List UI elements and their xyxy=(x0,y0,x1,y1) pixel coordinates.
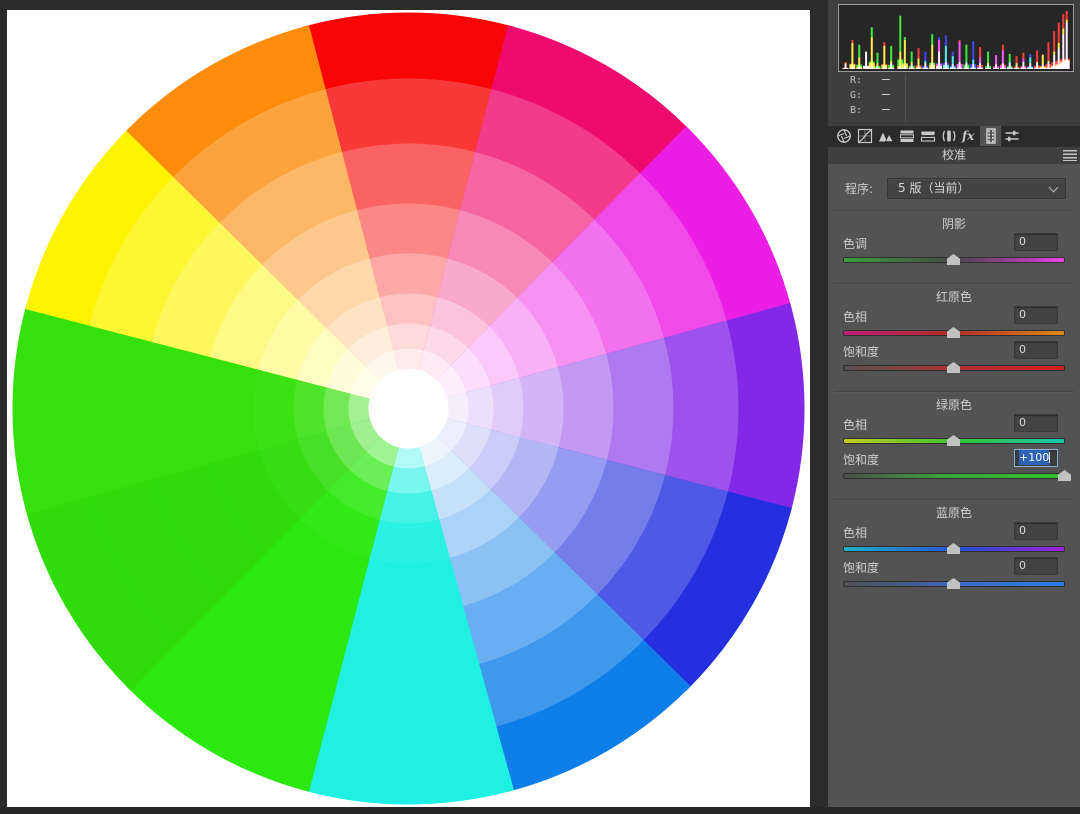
slider-handle[interactable] xyxy=(1058,470,1071,481)
calibration-section: 蓝原色 色相 0 饱和度 0 xyxy=(828,506,1080,596)
fx-icon: fx xyxy=(961,129,975,143)
tab-split-toning[interactable] xyxy=(917,126,938,146)
rgb-row-red: R: — xyxy=(828,72,1080,87)
blue-channel-value: — xyxy=(882,102,891,117)
green-channel-label: G: xyxy=(850,90,863,101)
panel-tab-strip: fx xyxy=(828,126,1080,146)
split-toning-icon xyxy=(920,131,935,142)
tone-curve-icon xyxy=(857,128,872,144)
slider-label: 色调 xyxy=(843,237,868,251)
calibration-section: 阴影 色调 0 xyxy=(828,217,1080,272)
adjustments-panel: R: — G: — B: — fx 校准 程序: 5 版（当前） 阴影 色调 0… xyxy=(828,0,1080,814)
slider-handle[interactable] xyxy=(947,362,960,373)
panel-title-bar: 校准 xyxy=(828,146,1080,164)
section-divider xyxy=(834,210,1074,211)
section-divider xyxy=(834,283,1074,284)
rgb-row-blue: B: — xyxy=(828,102,1080,117)
slider-row: 色相 0 xyxy=(843,522,1065,540)
histogram xyxy=(838,4,1074,72)
camera-raw-window: R: — G: — B: — fx 校准 程序: 5 版（当前） 阴影 色调 0… xyxy=(0,0,1080,814)
process-version-value: 5 版（当前） xyxy=(898,181,970,195)
preview-image[interactable] xyxy=(7,10,810,807)
slider-handle[interactable] xyxy=(947,578,960,589)
panel-menu-icon[interactable] xyxy=(1063,150,1077,161)
tab-effects[interactable]: fx xyxy=(959,126,980,146)
slider-handle[interactable] xyxy=(947,254,960,265)
svg-text:fx: fx xyxy=(961,129,975,143)
section-title: 绿原色 xyxy=(935,398,972,412)
tab-tone-curve[interactable] xyxy=(854,126,875,146)
process-version-label: 程序: xyxy=(845,182,874,196)
slider-row: 饱和度 0 xyxy=(843,341,1065,359)
process-version-dropdown[interactable]: 5 版（当前） xyxy=(887,178,1066,199)
slider xyxy=(843,468,1071,483)
slider-row: 色调 0 xyxy=(843,233,1065,251)
slider-handle[interactable] xyxy=(947,435,960,446)
slider-row: 色相 0 xyxy=(843,306,1065,324)
slider xyxy=(843,360,1065,375)
aperture-icon xyxy=(836,129,851,143)
preview-canvas-area xyxy=(0,0,828,814)
slider-label: 饱和度 xyxy=(843,345,880,359)
film-strip-icon xyxy=(985,128,996,144)
slider-value-field[interactable]: 0 xyxy=(1014,341,1058,359)
slider-value-field[interactable]: 0 xyxy=(1014,306,1058,324)
section-divider xyxy=(834,391,1074,392)
calibration-section: 绿原色 色相 0 饱和度 +100 xyxy=(828,398,1080,488)
lens-icon xyxy=(942,130,955,142)
slider xyxy=(843,576,1065,591)
slider-label: 色相 xyxy=(843,526,868,540)
hsl-bands-icon xyxy=(899,130,914,142)
rgb-row-green: G: — xyxy=(828,87,1080,102)
section-title: 阴影 xyxy=(941,217,966,231)
slider-row: 饱和度 +100 xyxy=(843,449,1065,467)
blue-channel-label: B: xyxy=(850,105,863,116)
slider-row: 饱和度 0 xyxy=(843,557,1065,575)
section-title: 红原色 xyxy=(935,290,972,304)
red-channel-value: — xyxy=(882,72,891,87)
wheel-center xyxy=(368,368,449,449)
window-bottom-edge xyxy=(0,807,1080,814)
tab-detail[interactable] xyxy=(875,126,896,146)
readout-divider xyxy=(905,74,906,122)
slider-label: 色相 xyxy=(843,310,868,324)
slider-label: 饱和度 xyxy=(843,453,880,467)
calibration-panel-body: 程序: 5 版（当前） 阴影 色调 0 红原色 色相 0 饱和度 0 绿原色 色… xyxy=(828,178,1080,596)
slider-label: 饱和度 xyxy=(843,561,880,575)
tab-lens-corrections[interactable] xyxy=(938,126,959,146)
slider-value-field[interactable]: +100 xyxy=(1014,449,1058,467)
slider xyxy=(843,325,1065,340)
red-channel-label: R: xyxy=(850,75,863,86)
tab-hsl-grayscale[interactable] xyxy=(896,126,917,146)
slider-handle[interactable] xyxy=(947,327,960,338)
slider-value-field[interactable]: 0 xyxy=(1014,557,1058,575)
histogram-zone: R: — G: — B: — xyxy=(828,0,1080,126)
sharpen-triangles-icon xyxy=(878,132,894,142)
slider-value-field[interactable]: 0 xyxy=(1014,233,1058,251)
panel-title: 校准 xyxy=(941,148,966,162)
slider-label: 色相 xyxy=(843,418,868,432)
calibration-section: 红原色 色相 0 饱和度 0 xyxy=(828,290,1080,380)
slider-value-field[interactable]: 0 xyxy=(1014,522,1058,540)
slider xyxy=(843,433,1065,448)
chevron-down-icon xyxy=(1048,182,1059,193)
slider-handle[interactable] xyxy=(947,543,960,554)
tab-camera-calibration[interactable] xyxy=(980,126,1001,146)
slider-row: 色相 0 xyxy=(843,414,1065,432)
slider xyxy=(843,541,1065,556)
section-title: 蓝原色 xyxy=(935,506,972,520)
tab-basic-adjustments[interactable] xyxy=(833,126,854,146)
green-channel-value: — xyxy=(882,87,891,102)
process-version-row: 程序: 5 版（当前） xyxy=(845,178,1066,199)
slider-track[interactable] xyxy=(843,473,1065,479)
tab-presets[interactable] xyxy=(1001,126,1022,146)
slider xyxy=(843,252,1065,267)
color-wheel-image xyxy=(12,12,805,805)
rgb-readout: R: — G: — B: — xyxy=(828,72,1080,126)
slider-value-field[interactable]: 0 xyxy=(1014,414,1058,432)
sliders-icon xyxy=(1005,130,1018,142)
section-divider xyxy=(834,499,1074,500)
